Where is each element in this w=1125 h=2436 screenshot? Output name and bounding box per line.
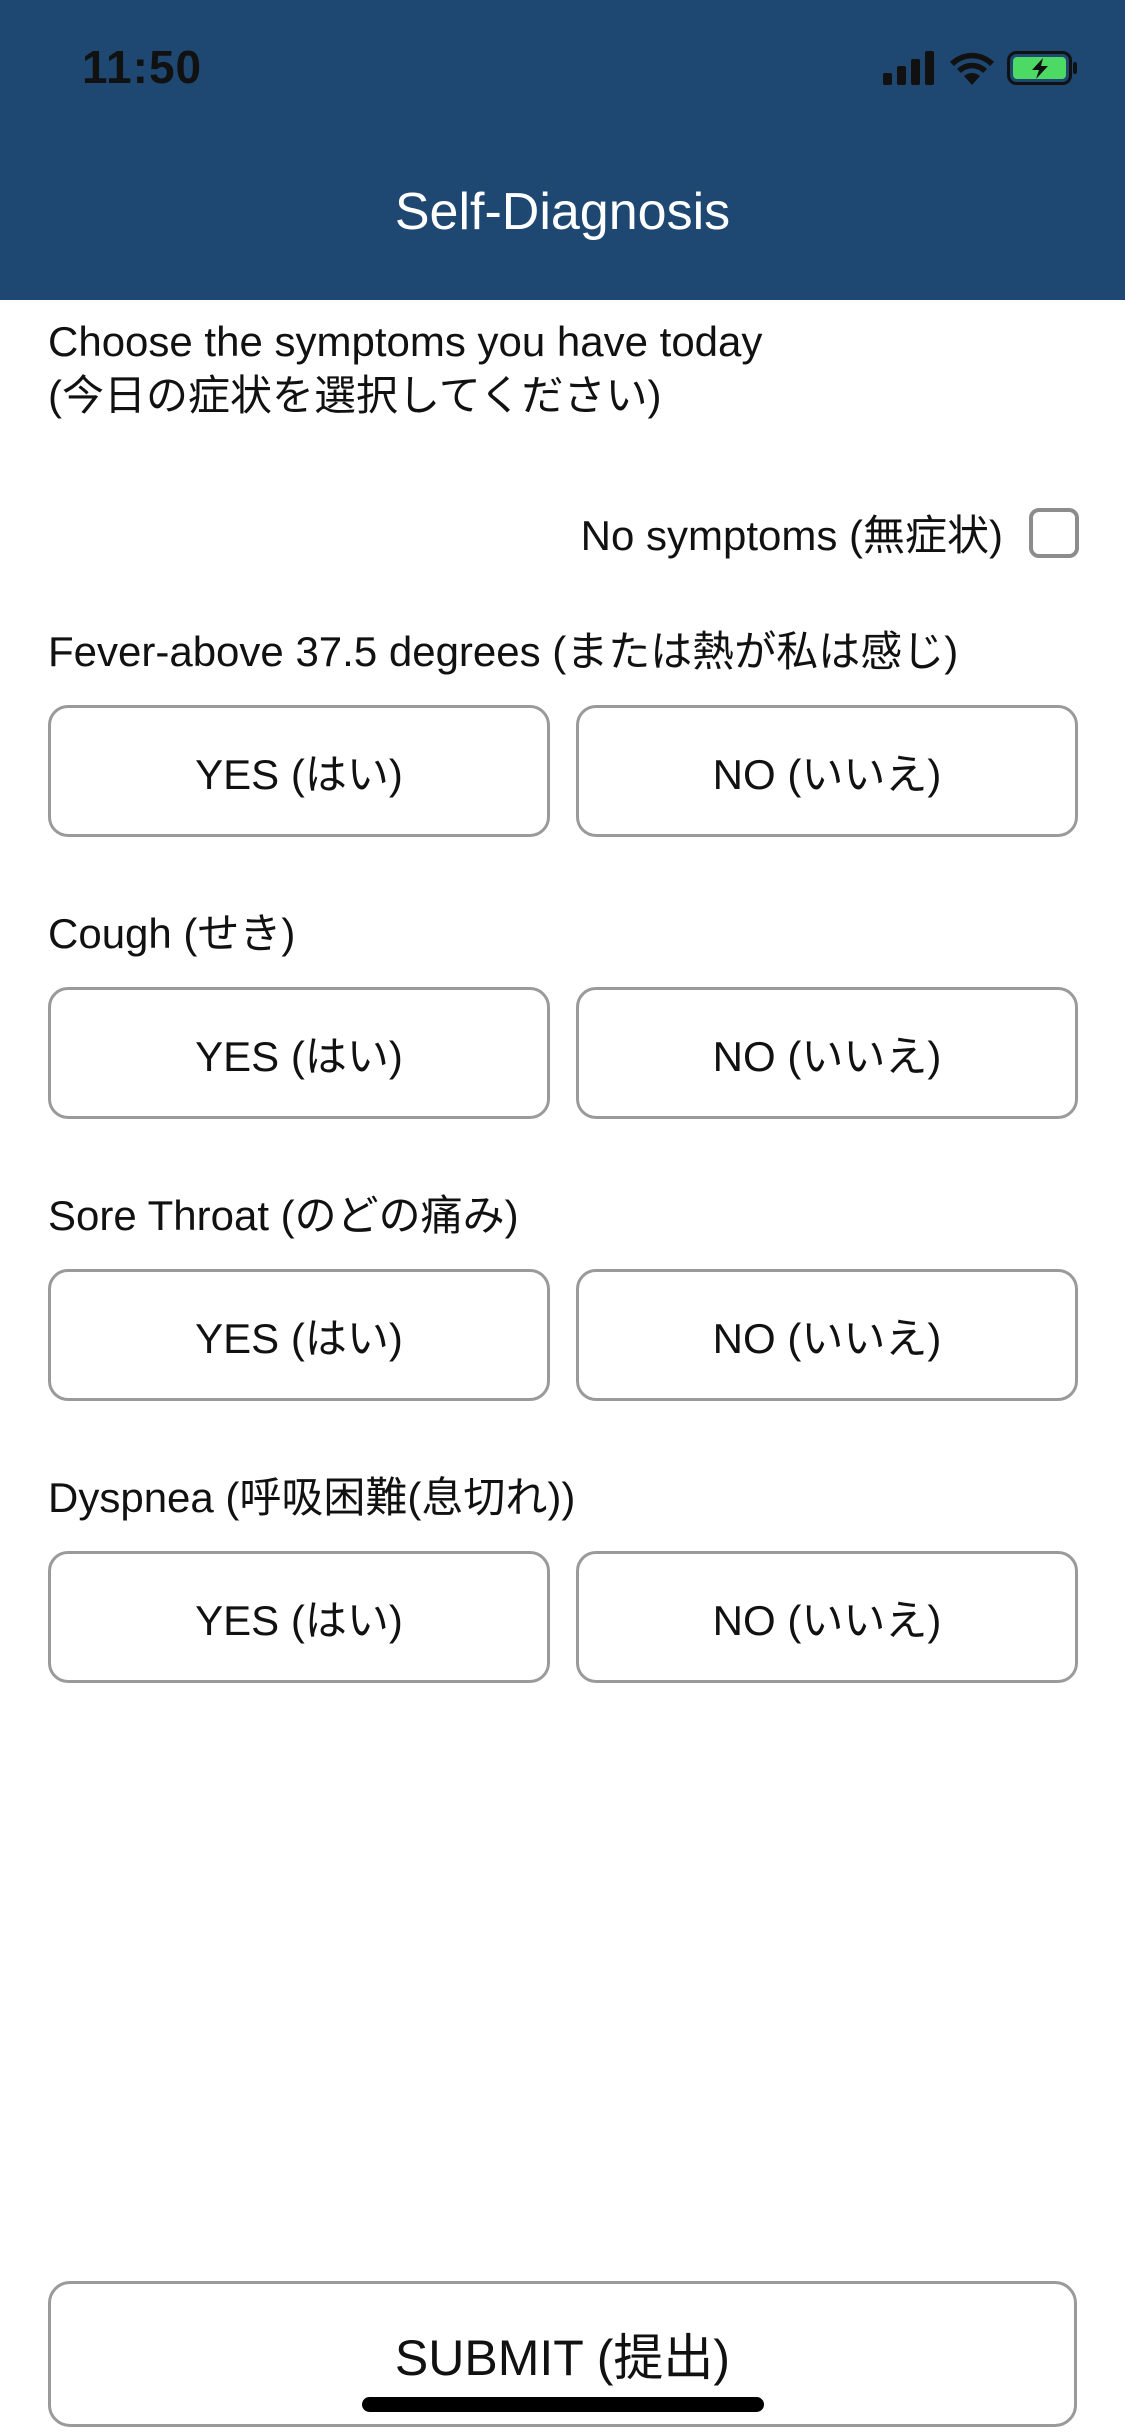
battery-charging-icon <box>1007 50 1079 90</box>
no-symptoms-label: No symptoms (無症状) <box>580 512 1003 559</box>
cough-no-button[interactable]: NO (いいえ) <box>576 987 1078 1119</box>
instruction-line-english: Choose the symptoms you have today <box>48 318 763 365</box>
instruction-text: Choose the symptoms you have today (今日の症… <box>48 315 762 423</box>
sore-throat-yes-button[interactable]: YES (はい) <box>48 1269 550 1401</box>
answer-buttons: YES (はい) NO (いいえ) <box>48 1269 1078 1401</box>
status-icons <box>883 50 1079 90</box>
signal-icon <box>883 50 937 90</box>
app-header: 11:50 Self-Diagnosis <box>0 0 1125 300</box>
question-label: Cough (せき) <box>48 910 296 957</box>
dyspnea-yes-button[interactable]: YES (はい) <box>48 1551 550 1683</box>
question-label: Dyspnea (呼吸困難(息切れ)) <box>48 1474 576 1521</box>
home-indicator[interactable] <box>362 2397 764 2412</box>
answer-buttons: YES (はい) NO (いいえ) <box>48 987 1078 1119</box>
no-symptoms-checkbox[interactable] <box>1029 507 1079 558</box>
answer-buttons: YES (はい) NO (いいえ) <box>48 1551 1078 1683</box>
question-dyspnea: Dyspnea (呼吸困難(息切れ)) YES (はい) NO (いいえ) <box>48 1468 1078 1683</box>
fever-no-button[interactable]: NO (いいえ) <box>576 705 1078 837</box>
question-fever: Fever-above 37.5 degrees (または熱が私は感じ) YES… <box>48 622 1078 837</box>
sore-throat-no-button[interactable]: NO (いいえ) <box>576 1269 1078 1401</box>
page-title: Self-Diagnosis <box>394 183 731 241</box>
question-sore-throat: Sore Throat (のどの痛み) YES (はい) NO (いいえ) <box>48 1186 1078 1401</box>
no-symptoms-option[interactable]: No symptoms (無症状) <box>581 502 1079 563</box>
cough-yes-button[interactable]: YES (はい) <box>48 987 550 1119</box>
answer-buttons: YES (はい) NO (いいえ) <box>48 705 1078 837</box>
wifi-icon <box>949 51 995 90</box>
fever-yes-button[interactable]: YES (はい) <box>48 705 550 837</box>
instruction-line-japanese: (今日の症状を選択してください) <box>48 372 662 419</box>
dyspnea-no-button[interactable]: NO (いいえ) <box>576 1551 1078 1683</box>
status-time: 11:50 <box>82 41 203 93</box>
question-cough: Cough (せき) YES (はい) NO (いいえ) <box>48 904 1078 1119</box>
question-label: Sore Throat (のどの痛み) <box>48 1192 519 1239</box>
question-label: Fever-above 37.5 degrees (または熱が私は感じ) <box>48 628 959 675</box>
